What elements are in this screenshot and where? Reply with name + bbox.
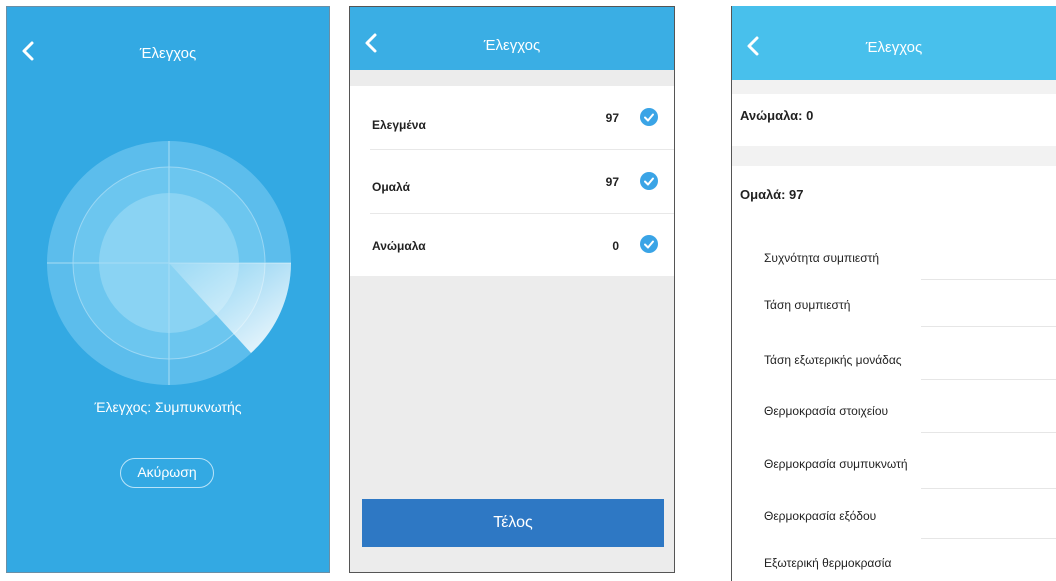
normal-count: Ομαλά: 97: [740, 187, 804, 202]
app-header: Έλεγχος: [350, 7, 674, 70]
divider: [921, 279, 1056, 280]
row-value: 97: [605, 111, 619, 125]
details-screen: Έλεγχος Ανώμαλα: 0 Ομαλά: 97 Συχνότητα σ…: [731, 6, 1056, 581]
list-item-abnormal[interactable]: Ανώμαλα 0: [350, 214, 674, 277]
page-title: Έλεγχος: [483, 37, 541, 54]
done-button[interactable]: Τέλος: [362, 499, 664, 547]
divider: [921, 488, 1056, 489]
divider: [921, 326, 1056, 327]
list-item: Συχνότητα συμπιεστή: [764, 251, 880, 265]
list-item-normal[interactable]: Ομαλά 97: [350, 150, 674, 213]
list-item: Εξωτερική θερμοκρασία: [764, 556, 892, 570]
section-spacer: [732, 80, 1056, 94]
divider: [921, 538, 1056, 539]
summary-screen: Έλεγχος Ελεγμένα 97 Ομαλά 97 Ανώμαλα 0 Τ…: [349, 6, 675, 573]
list-item: Τάση συμπιεστή: [764, 298, 851, 312]
cancel-button[interactable]: Ακύρωση: [120, 458, 214, 488]
divider: [921, 379, 1056, 380]
scan-screen: Έλεγχος Έλεγχος: Συμπυκνωτής Ακύρωση: [6, 6, 330, 573]
scan-status-text: Έλεγχος: Συμπυκνωτής: [94, 399, 242, 415]
page-title: Έλεγχος: [865, 39, 923, 56]
row-value: 97: [605, 175, 619, 189]
divider: [921, 432, 1056, 433]
radar-scanner: [47, 141, 291, 385]
list-item: Τάση εξωτερικής μονάδας: [764, 353, 902, 367]
summary-list: Ελεγμένα 97 Ομαλά 97 Ανώμαλα 0: [350, 86, 674, 276]
list-item: Θερμοκρασία στοιχείου: [764, 404, 889, 418]
abnormal-count: Ανώμαλα: 0: [740, 108, 814, 123]
app-header: Έλεγχος: [732, 6, 1056, 80]
list-item: Θερμοκρασία συμπυκνωτή: [764, 457, 908, 471]
check-circle-icon: [640, 108, 658, 126]
check-circle-icon: [640, 172, 658, 190]
check-circle-icon: [640, 235, 658, 253]
row-label: Ανώμαλα: [372, 239, 426, 253]
list-item: Θερμοκρασία εξόδου: [764, 509, 877, 523]
row-label: Ομαλά: [372, 180, 410, 194]
page-title: Έλεγχος: [139, 45, 197, 62]
section-spacer: [732, 146, 1056, 166]
row-label: Ελεγμένα: [372, 118, 426, 132]
list-item-checked[interactable]: Ελεγμένα 97: [350, 86, 674, 149]
row-value: 0: [612, 239, 619, 253]
